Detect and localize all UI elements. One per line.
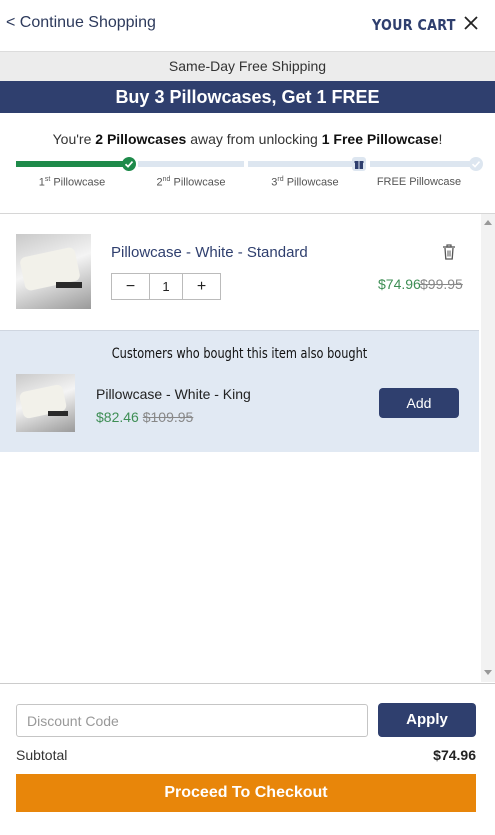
cart-item-sale-price: $74.96 [378, 276, 421, 292]
step-label-2: 2nd Pillowcase [156, 176, 226, 189]
shipping-banner: Same-Day Free Shipping [0, 51, 495, 81]
step-label-3: 3rd Pillowcase [271, 176, 339, 189]
cart-header: < Continue Shopping YOUR CART [0, 0, 495, 50]
step-label-1: 1st Pillowcase [38, 176, 106, 189]
cart-item-title[interactable]: Pillowcase - White - Standard [111, 244, 308, 261]
cart-item-original-price: $99.95 [420, 276, 463, 292]
checkout-button[interactable]: Proceed To Checkout [16, 774, 476, 812]
increase-button[interactable]: + [183, 274, 220, 299]
scrollbar[interactable] [481, 214, 495, 682]
scroll-up-icon[interactable] [484, 220, 492, 225]
add-button[interactable]: Add [379, 388, 459, 418]
discount-code-input[interactable] [16, 704, 368, 737]
subtotal-label: Subtotal [16, 747, 68, 763]
apply-button[interactable]: Apply [378, 703, 476, 737]
progress-segment-4 [370, 161, 470, 167]
close-icon[interactable] [460, 12, 482, 34]
upsell-heading: Customers who bought this item also boug… [111, 346, 368, 362]
product-image [16, 234, 91, 309]
upsell-sale-price: $82.46 [96, 409, 139, 425]
quantity-stepper[interactable]: − 1 + [111, 273, 221, 300]
decrease-button[interactable]: − [112, 274, 149, 299]
upsell-section: Customers who bought this item also boug… [0, 330, 479, 452]
upsell-product-image [16, 374, 75, 432]
upsell-title[interactable]: Pillowcase - White - King [96, 386, 251, 402]
quantity-value[interactable]: 1 [149, 274, 183, 299]
step-label-4: FREE Pillowcase [376, 176, 462, 188]
trash-icon[interactable] [442, 244, 456, 260]
progress-segment-1 [16, 161, 128, 167]
check-icon [122, 157, 136, 171]
cart-title: YOUR CART [372, 16, 456, 34]
continue-shopping-link[interactable]: < Continue Shopping [6, 14, 156, 32]
upsell-original-price: $109.95 [142, 409, 194, 425]
promo-banner: Buy 3 Pillowcases, Get 1 FREE [0, 81, 495, 113]
progress-segment-3 [248, 161, 352, 167]
progress-message: You're 2 Pillowcases away from unlocking… [52, 131, 443, 147]
subtotal-value: $74.96 [433, 747, 476, 763]
footer-divider [0, 683, 495, 684]
gift-icon [352, 157, 366, 171]
progress-segment-2 [138, 161, 244, 167]
check-circle-icon [469, 157, 483, 171]
scroll-down-icon[interactable] [484, 670, 492, 675]
upsell-price: $82.46 $109.95 [96, 409, 193, 425]
